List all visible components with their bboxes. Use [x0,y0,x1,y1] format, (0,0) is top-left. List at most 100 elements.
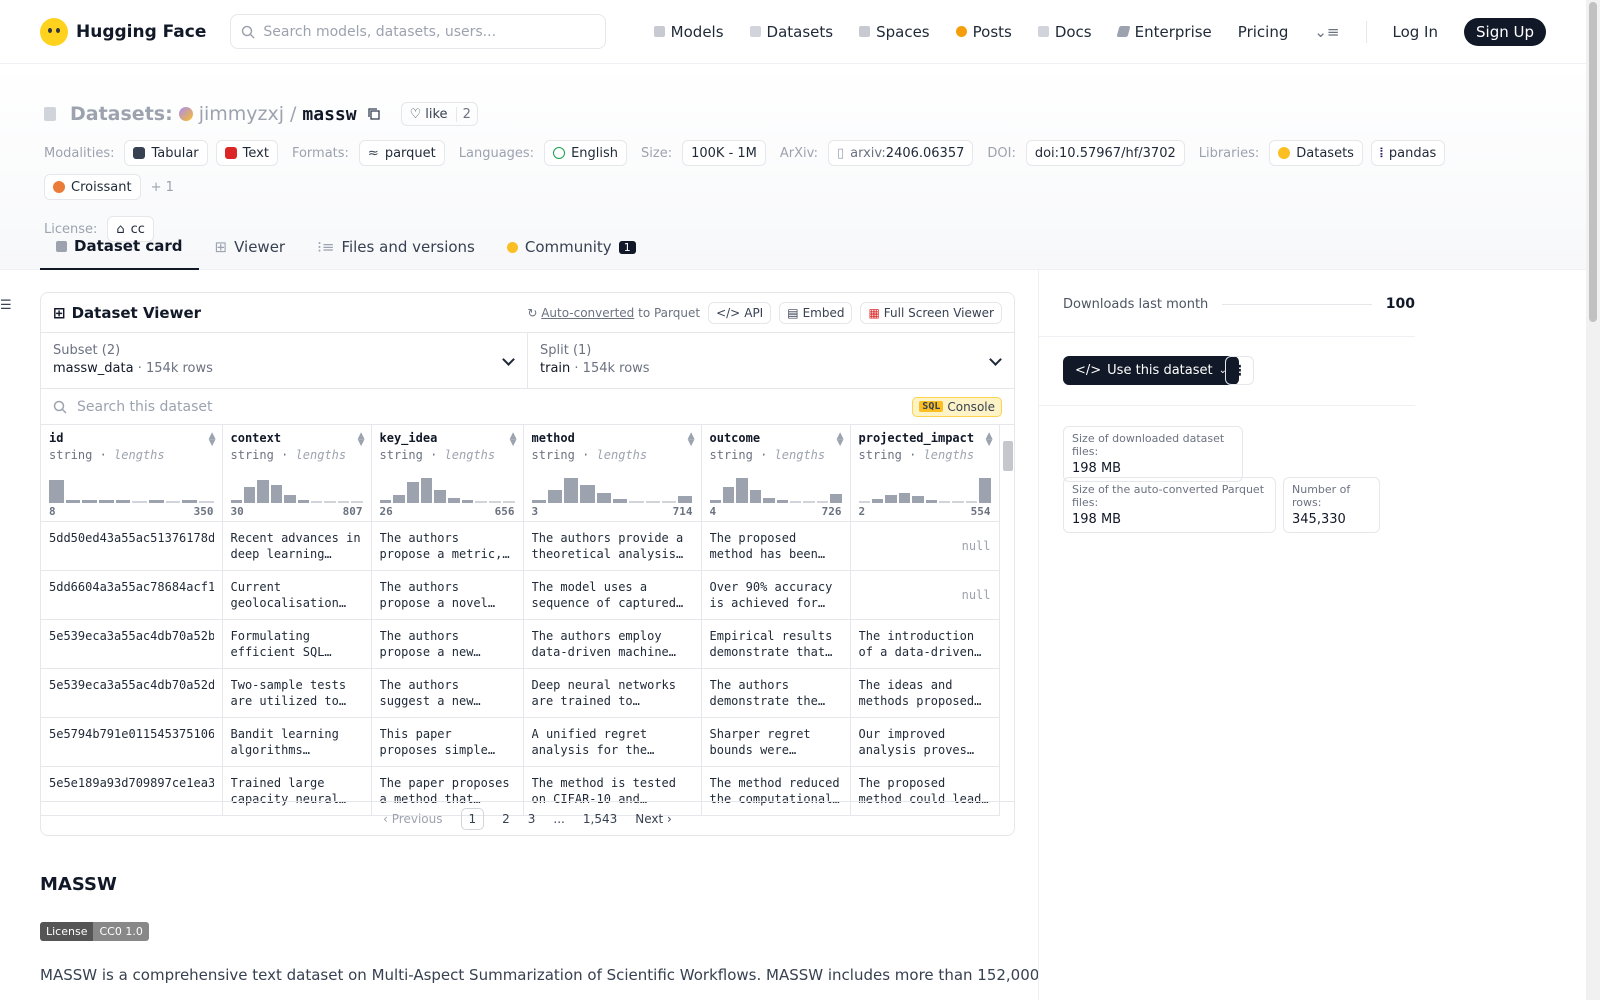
doi-tag[interactable]: doi:10.57967/hf/3702 [1025,140,1185,166]
histogram-bar[interactable] [393,494,405,503]
login-link[interactable]: Log In [1393,23,1439,41]
histogram-bar[interactable] [858,500,870,503]
modality-tabular-tag[interactable]: Tabular [124,140,208,166]
histogram-bar[interactable] [803,500,815,503]
table-cell-method[interactable]: The authors provide a theoretical analys… [523,521,702,571]
last-page-button[interactable]: 1,543 [583,812,617,826]
histogram-bar[interactable] [885,494,897,503]
library-pandas-tag[interactable]: ⦙ pandas [1370,140,1446,166]
owner-link[interactable]: jimmyzxj [199,103,284,125]
dataset-search-input[interactable]: Search this dataset SQL Console [41,389,1014,425]
column-header-method[interactable]: method string · lengths ▲ ▼ 3 714 [523,425,702,522]
histogram-bar[interactable] [925,499,937,503]
column-header-key-idea[interactable]: key_idea string · lengths ▲ ▼ 26 656 [371,425,524,522]
table-cell-key-idea[interactable]: The authors propose a new approach for… [371,619,524,669]
histogram-bar[interactable] [547,489,563,503]
brand-logo[interactable]: Hugging Face [40,17,206,46]
histogram-bar[interactable] [816,500,829,503]
sort-icon[interactable]: ▲ ▼ [688,432,695,448]
table-scrollbar-thumb[interactable] [1003,441,1013,471]
nav-pricing[interactable]: Pricing [1238,23,1289,41]
page-1-button[interactable]: 1 [460,807,485,830]
page-scrollbar-thumb[interactable] [1589,2,1597,322]
table-cell-id[interactable]: 5e539eca3a55ac4db70a52b7 [41,619,223,669]
table-cell-id[interactable]: 5e539eca3a55ac4db70a52d0 [41,668,223,718]
table-cell-outcome[interactable]: Over 90% accuracy is achieved for… [701,570,851,620]
full-screen-button[interactable]: ▦ Full Screen Viewer [860,301,1002,324]
language-english-tag[interactable]: English [544,140,628,166]
column-header-outcome[interactable]: outcome string · lengths ▲ ▼ 4 726 [701,425,851,522]
table-cell-outcome[interactable]: Sharper regret bounds were… [701,717,851,767]
signup-button[interactable]: Sign Up [1464,17,1546,46]
table-row[interactable]: 5dd6604a3a55ac78684acf19 Current geolocal… [41,570,1000,620]
histogram-bar[interactable] [736,477,748,503]
size-tag[interactable]: 100K - 1M [682,140,766,166]
nav-posts[interactable]: Posts [955,23,1012,41]
table-cell-key-idea[interactable]: The authors propose a metric, based on… [371,521,524,571]
histogram-bar[interactable] [448,497,460,503]
table-cell-method[interactable]: The authors employ data-driven machine… [523,619,702,669]
table-cell-context[interactable]: Current geolocalisation… [222,570,372,620]
auto-converted-link[interactable]: Auto-converted [541,306,634,320]
histogram-bar[interactable] [489,500,501,503]
histogram-bar[interactable] [198,500,214,503]
libraries-more[interactable]: + 1 [151,180,174,195]
histogram-bar[interactable] [763,497,775,503]
histogram-bar[interactable] [830,493,842,503]
format-parquet-tag[interactable]: ≈ parquet [358,140,445,166]
library-datasets-tag[interactable]: Datasets [1269,140,1363,166]
histogram-bar[interactable] [564,477,579,503]
histogram-bar[interactable] [337,500,350,503]
histogram-bar[interactable] [324,500,336,503]
sort-icon[interactable]: ▲ ▼ [510,432,517,448]
table-cell-id[interactable]: 5e5794b791e0115453751069 [41,717,223,767]
histogram-bar[interactable] [461,499,474,503]
histogram-bar[interactable] [912,495,924,503]
table-cell-outcome[interactable]: The proposed method has been shown to… [701,521,851,571]
table-cell-method[interactable]: Deep neural networks are trained to maxi… [523,668,702,718]
table-cell-method[interactable]: A unified regret analysis for the… [523,717,702,767]
histogram-bar[interactable] [898,492,911,503]
histogram-bar[interactable] [661,500,677,503]
histogram-bar[interactable] [420,477,433,503]
sort-icon[interactable]: ▲ ▼ [209,432,216,448]
histogram-bar[interactable] [938,500,951,503]
histogram-bar[interactable] [65,499,81,503]
histogram-bar[interactable] [351,500,363,503]
table-cell-key-idea[interactable]: This paper proposes simple greedy… [371,717,524,767]
page-2-button[interactable]: 2 [502,812,510,826]
like-button[interactable]: ♡ like 2 [400,102,478,126]
histogram-bar[interactable] [182,499,197,503]
table-cell-key-idea[interactable]: The authors propose a novel approach t… [371,570,524,620]
table-cell-context[interactable]: Two-sample tests are utilized to… [222,668,372,718]
api-button[interactable]: </> API [708,301,772,324]
table-cell-id[interactable]: 5dd50ed43a55ac51376178d1 [41,521,223,571]
histogram-bar[interactable] [243,486,256,503]
sort-icon[interactable]: ▲ ▼ [986,432,993,448]
histogram-bar[interactable] [965,500,978,503]
next-page-button[interactable]: Next › [635,812,672,826]
subset-select[interactable]: Subset (2) massw_data · 154k rows [41,333,527,388]
table-cell-projected-impact[interactable]: null [850,521,1000,571]
toc-toggle-icon[interactable]: ☰ [0,298,12,313]
histogram-bar[interactable] [580,484,595,503]
histogram-bar[interactable] [871,498,884,503]
histogram-bar[interactable] [776,499,788,503]
table-cell-outcome[interactable]: The authors demonstrate the… [701,668,851,718]
histogram-bar[interactable] [284,494,296,503]
histogram-bar[interactable] [502,500,515,503]
repo-name[interactable]: massw [302,104,356,125]
copy-icon[interactable] [367,107,381,121]
nav-spaces[interactable]: Spaces [859,23,930,41]
split-select[interactable]: Split (1) train · 154k rows [527,333,1014,388]
histogram-bar[interactable] [379,499,392,503]
histogram-bar[interactable] [132,500,147,503]
histogram-bar[interactable] [98,499,114,503]
previous-page-button[interactable]: ‹ Previous [383,812,442,826]
arxiv-tag[interactable]: ▯ arxiv: 2406.06357 [828,140,974,166]
library-croissant-tag[interactable]: Croissant [44,174,141,200]
histogram-bar[interactable] [434,489,447,503]
table-cell-outcome[interactable]: Empirical results demonstrate that… [701,619,851,669]
histogram-bar[interactable] [749,489,762,503]
histogram-bar[interactable] [310,500,323,503]
